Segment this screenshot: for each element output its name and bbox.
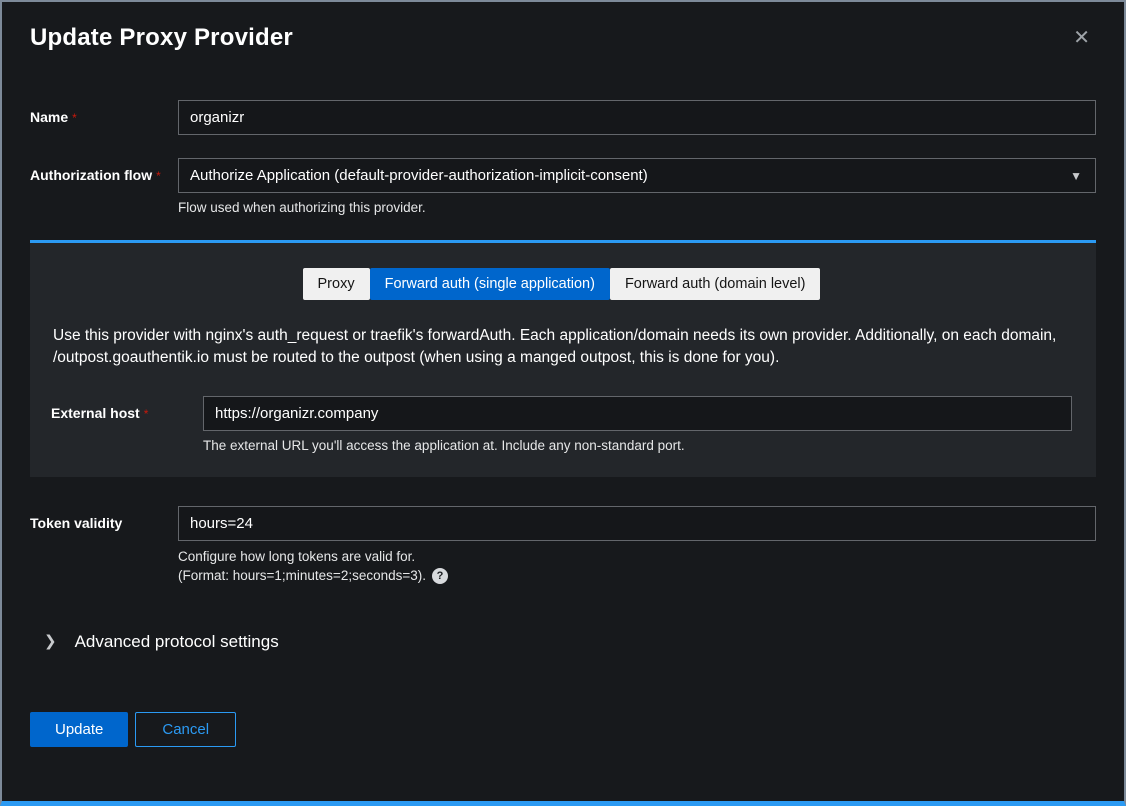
advanced-protocol-settings-label: Advanced protocol settings	[75, 632, 279, 652]
close-button[interactable]: ✕	[1067, 24, 1096, 52]
tab-proxy[interactable]: Proxy	[303, 268, 370, 300]
external-host-row: External host* The external URL you'll a…	[51, 396, 1072, 453]
tab-forward-auth-domain-level[interactable]: Forward auth (domain level)	[610, 268, 821, 300]
name-field-row: Name*	[30, 100, 1096, 135]
caret-down-icon: ▼	[1070, 169, 1082, 183]
external-host-field: The external URL you'll access the appli…	[203, 396, 1072, 453]
modal-footer: Update Cancel	[30, 712, 1096, 747]
token-validity-row: Token validity Configure how long tokens…	[30, 506, 1096, 584]
required-asterisk: *	[156, 169, 161, 183]
selected-flow-value: Authorize Application (default-provider-…	[190, 167, 648, 184]
proxy-mode-toggle-group: Proxy Forward auth (single application) …	[51, 268, 1072, 300]
update-proxy-provider-modal: Update Proxy Provider ✕ Name* Authorizat…	[0, 0, 1126, 806]
token-validity-input[interactable]	[178, 506, 1096, 541]
authorization-flow-select[interactable]: Authorize Application (default-provider-…	[178, 158, 1096, 193]
chevron-right-icon: ❯	[44, 634, 57, 649]
update-button[interactable]: Update	[30, 712, 128, 747]
authorization-flow-field: Authorize Application (default-provider-…	[178, 158, 1096, 215]
token-validity-help: Configure how long tokens are valid for.…	[178, 549, 1096, 584]
external-host-input[interactable]	[203, 396, 1072, 431]
tab-forward-auth-single-application[interactable]: Forward auth (single application)	[370, 268, 610, 300]
external-host-label: External host*	[51, 396, 203, 421]
token-validity-help-line-1: Configure how long tokens are valid for.	[178, 549, 1096, 564]
token-validity-label: Token validity	[30, 506, 178, 531]
token-validity-help-line-2: (Format: hours=1;minutes=2;seconds=3). ?	[178, 568, 1096, 584]
cancel-button[interactable]: Cancel	[135, 712, 236, 747]
name-input[interactable]	[178, 100, 1096, 135]
help-icon[interactable]: ?	[432, 568, 448, 584]
name-label: Name*	[30, 100, 178, 125]
page-title: Update Proxy Provider	[30, 24, 293, 52]
token-validity-field: Configure how long tokens are valid for.…	[178, 506, 1096, 584]
authorization-flow-row: Authorization flow* Authorize Applicatio…	[30, 158, 1096, 215]
authorization-flow-help: Flow used when authorizing this provider…	[178, 200, 1096, 215]
required-asterisk: *	[144, 407, 149, 421]
authorization-flow-label: Authorization flow*	[30, 158, 178, 183]
modal-header: Update Proxy Provider ✕	[30, 24, 1096, 52]
mode-description: Use this provider with nginx's auth_requ…	[51, 325, 1072, 370]
required-asterisk: *	[72, 111, 77, 125]
proxy-mode-card: Proxy Forward auth (single application) …	[30, 240, 1096, 477]
external-host-help: The external URL you'll access the appli…	[203, 438, 1072, 453]
close-icon: ✕	[1073, 27, 1090, 49]
advanced-protocol-settings-toggle[interactable]: ❯ Advanced protocol settings	[30, 632, 1096, 652]
